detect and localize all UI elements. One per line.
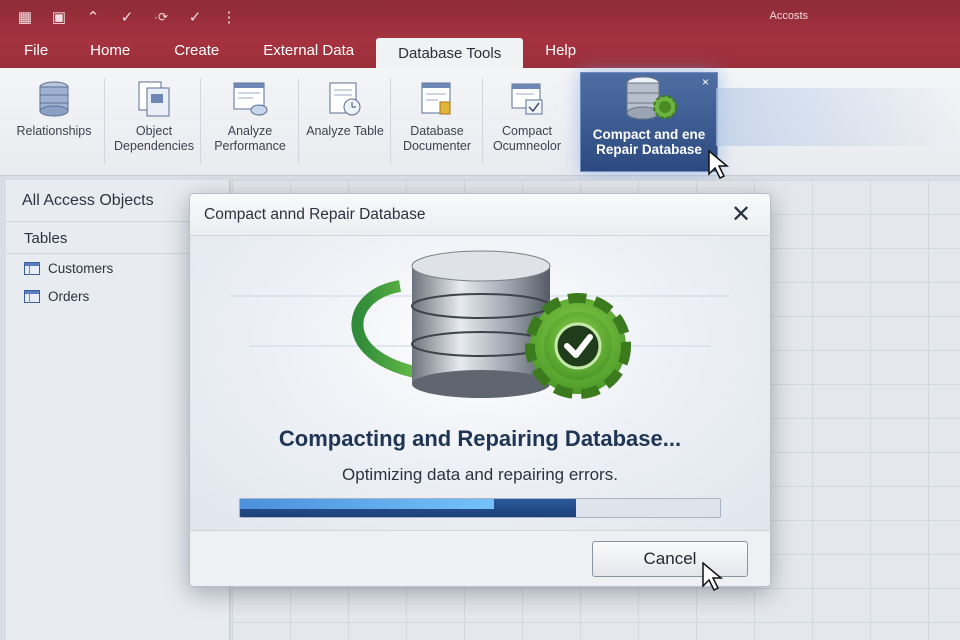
document-check-icon bbox=[507, 78, 547, 120]
redo-icon[interactable]: ✓ bbox=[116, 7, 138, 27]
title-bar: ▦ ▣ ⌃ ✓ ·⟳ ✓ ⋮ Accosts File Home Create … bbox=[0, 0, 960, 70]
progress-highlight bbox=[240, 499, 495, 509]
app-title: Accosts bbox=[769, 10, 808, 22]
database-documenter-label: Database Documenter bbox=[402, 124, 472, 153]
table-icon bbox=[24, 289, 40, 303]
dialog-footer: Cancel bbox=[190, 530, 770, 586]
compact-repair-label-line1: Compact and ene bbox=[592, 127, 706, 142]
compact-repair-database-button[interactable]: Compact and ene Repair Database × bbox=[580, 72, 718, 172]
compact-ocumneolor-label: Compact Ocumneolor bbox=[492, 124, 562, 153]
cancel-button[interactable]: Cancel bbox=[592, 541, 748, 577]
dialog-body: Compacting and Repairing Database... Opt… bbox=[190, 236, 770, 530]
tab-file[interactable]: File bbox=[0, 36, 68, 68]
database-gear-icon bbox=[619, 75, 679, 125]
mouse-cursor-icon bbox=[702, 562, 724, 592]
compact-ocumneolor-button[interactable]: Compact Ocumneolor bbox=[486, 74, 568, 170]
tab-create[interactable]: Create bbox=[152, 36, 241, 68]
image-icon[interactable]: ▣ bbox=[48, 7, 70, 27]
tab-database-tools[interactable]: Database Tools bbox=[376, 38, 524, 70]
analyze-performance-button[interactable]: Analyze Performance bbox=[206, 74, 294, 170]
analyze-table-label: Analyze Table bbox=[306, 124, 384, 138]
table-icon bbox=[24, 261, 40, 275]
tab-home[interactable]: Home bbox=[68, 36, 152, 68]
mouse-cursor-icon bbox=[708, 150, 730, 180]
ribbon-tabs: File Home Create External Data Database … bbox=[0, 36, 598, 70]
ribbon-separator bbox=[390, 78, 391, 164]
relationships-icon bbox=[34, 78, 74, 120]
object-dependencies-button[interactable]: Object Dependencies bbox=[110, 74, 198, 170]
database-repair-illustration bbox=[230, 250, 730, 399]
undo-icon[interactable]: ⌃ bbox=[82, 7, 104, 27]
analyze-table-icon bbox=[325, 78, 365, 120]
analyze-table-button[interactable]: Analyze Table bbox=[304, 74, 386, 170]
compact-repair-dialog: Compact annd Repair Database ✕ Compactin… bbox=[189, 193, 771, 587]
ribbon-separator bbox=[298, 78, 299, 164]
relationships-label: Relationships bbox=[16, 124, 92, 138]
close-icon[interactable]: × bbox=[702, 75, 709, 90]
refresh-icon[interactable]: ·⟳ bbox=[150, 7, 172, 27]
analyze-performance-label: Analyze Performance bbox=[214, 124, 286, 153]
more-icon[interactable]: ⋮ bbox=[218, 7, 240, 27]
dialog-header: Compact annd Repair Database ✕ bbox=[190, 194, 770, 236]
database-documenter-icon bbox=[417, 78, 457, 120]
dialog-subtitle: Optimizing data and repairing errors. bbox=[342, 465, 618, 484]
nav-item-label: Customers bbox=[48, 260, 114, 276]
close-icon[interactable]: ✕ bbox=[726, 200, 756, 230]
analyze-performance-icon bbox=[230, 78, 270, 120]
compact-repair-label-line2: Repair Database bbox=[596, 142, 702, 157]
relationships-button[interactable]: Relationships bbox=[8, 74, 100, 170]
ribbon-glow bbox=[716, 88, 960, 146]
table-icon[interactable]: ▦ bbox=[14, 7, 36, 27]
tab-external-data[interactable]: External Data bbox=[241, 36, 376, 68]
ribbon-separator bbox=[482, 78, 483, 164]
ribbon-separator bbox=[104, 78, 105, 164]
check-icon[interactable]: ✓ bbox=[184, 7, 206, 27]
dialog-heading: Compacting and Repairing Database... bbox=[278, 426, 682, 451]
object-dependencies-label: Object Dependencies bbox=[114, 124, 194, 153]
database-documenter-button[interactable]: Database Documenter bbox=[394, 74, 480, 170]
nav-item-label: Orders bbox=[48, 288, 90, 304]
dialog-title: Compact annd Repair Database bbox=[204, 206, 426, 223]
tab-help[interactable]: Help bbox=[523, 36, 598, 68]
object-dependencies-icon bbox=[134, 78, 174, 120]
quick-access-toolbar: ▦ ▣ ⌃ ✓ ·⟳ ✓ ⋮ bbox=[14, 6, 240, 28]
progress-fill bbox=[240, 499, 576, 517]
ribbon-separator bbox=[200, 78, 201, 164]
progress-bar bbox=[239, 498, 721, 518]
